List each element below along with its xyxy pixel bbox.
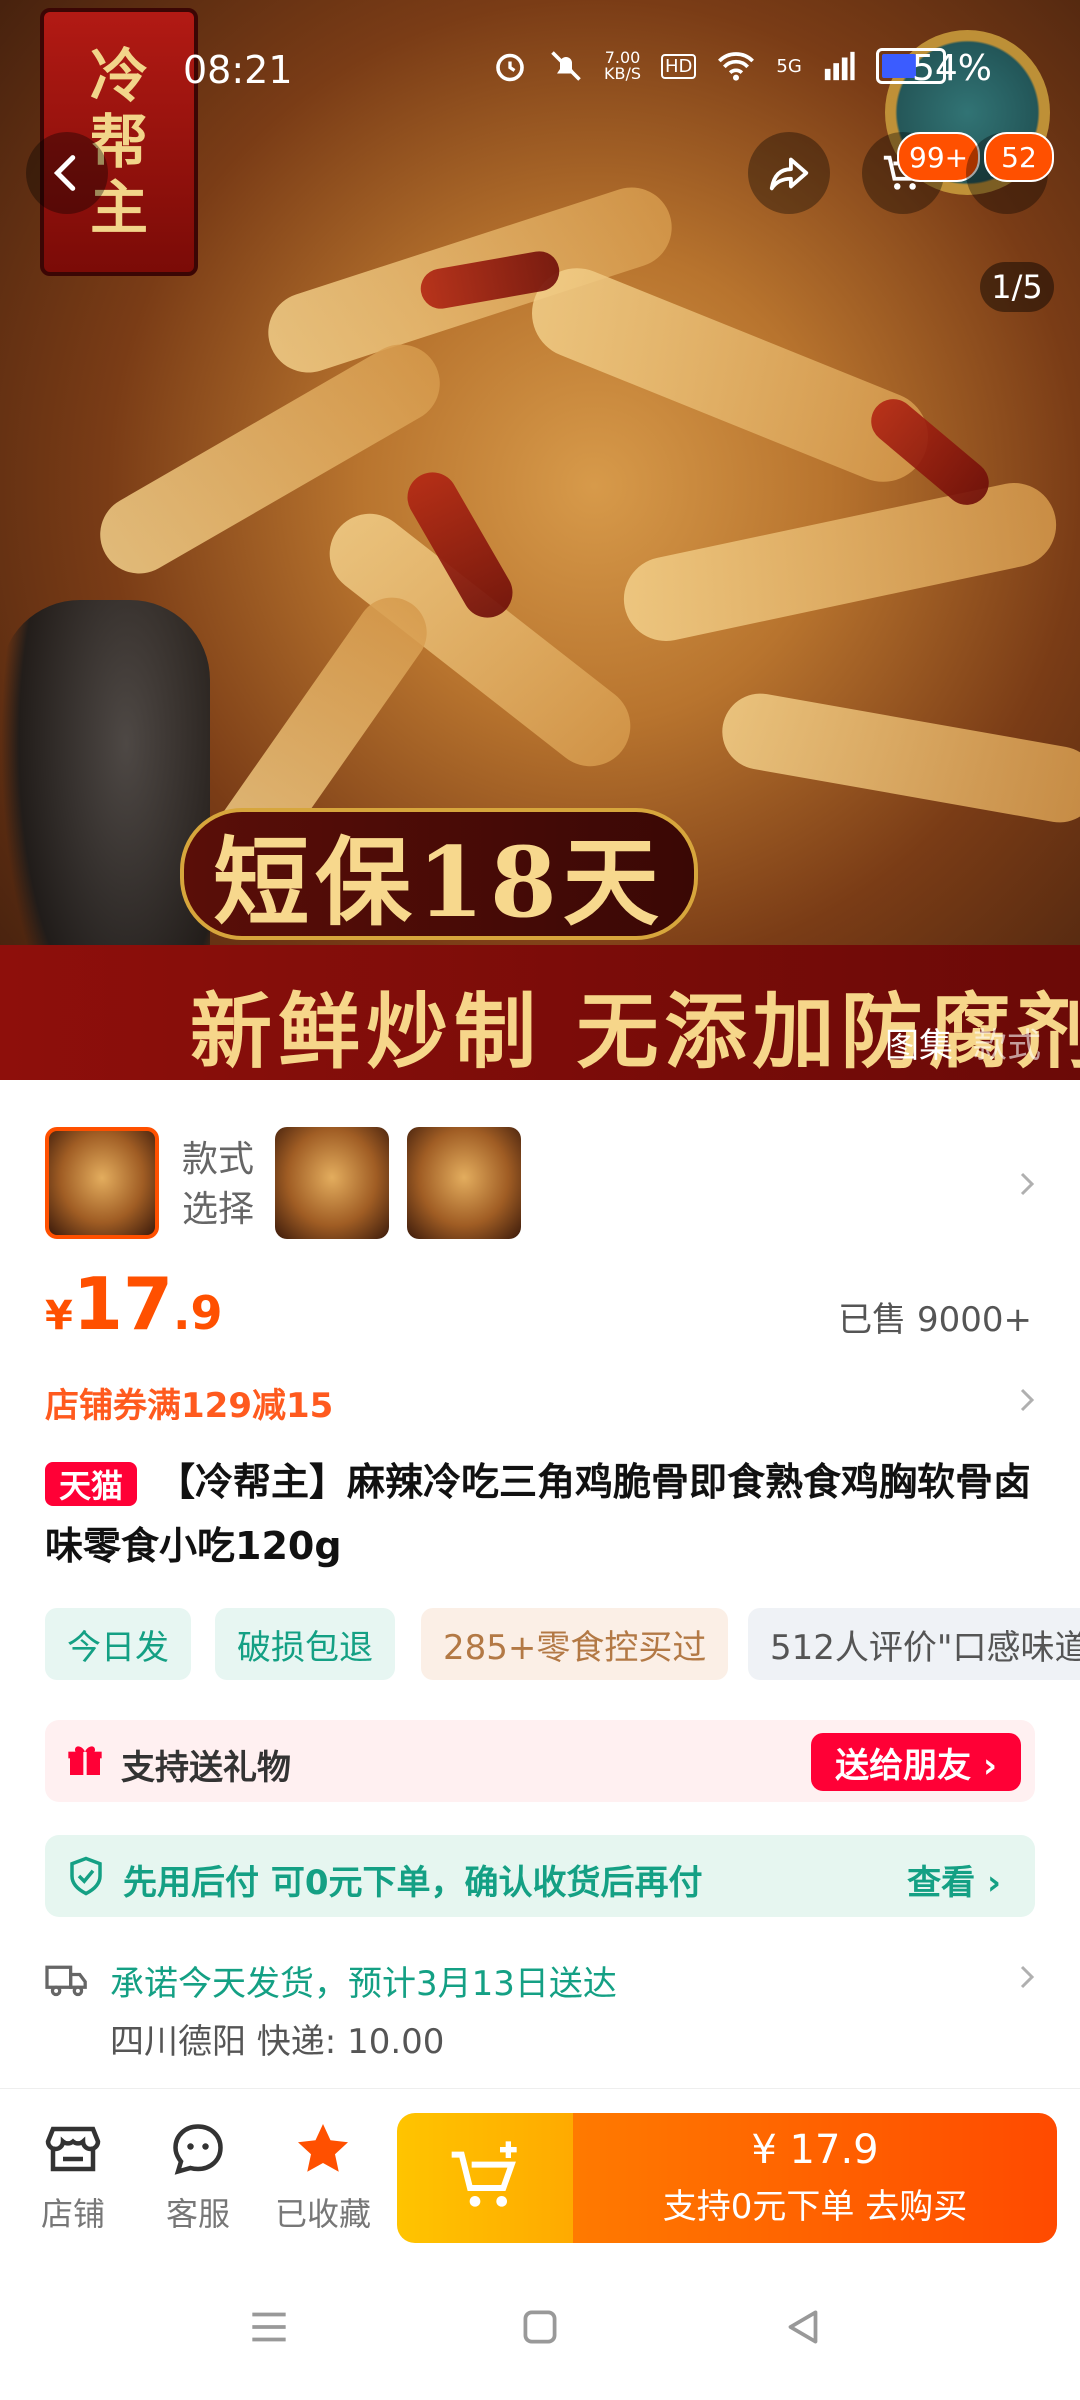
net-speed: 7.00 KB/S <box>604 48 642 83</box>
truck-icon <box>45 1965 87 1997</box>
home-icon[interactable] <box>515 2302 565 2352</box>
price: ¥17.9 <box>45 1262 223 1346</box>
status-time: 08:21 <box>183 48 293 92</box>
back-nav-icon[interactable] <box>778 2302 828 2352</box>
signal-label: 5G <box>776 55 802 77</box>
gift-label: 支持送礼物 <box>121 1748 291 1788</box>
tab-gallery[interactable]: 图集 <box>885 1018 953 1067</box>
buy-now-button[interactable]: ¥ 17.9 支持0元下单 去购买 <box>573 2113 1057 2243</box>
signal-icon <box>824 51 855 81</box>
tag-bought: 285+零食控买过 <box>421 1608 729 1680</box>
pay-later-row[interactable]: 先用后付 可0元下单，确认收货后再付 查看 › <box>45 1835 1035 1917</box>
chevron-right-icon <box>1020 1172 1035 1196</box>
wifi-icon <box>718 52 755 81</box>
style-thumb-1[interactable] <box>45 1127 159 1239</box>
delivery-origin: 四川德阳 快递: 10.00 <box>110 2022 445 2062</box>
tags-row: 今日发 破损包退 285+零食控买过 512人评价"口感味道 <box>0 1608 1080 1680</box>
add-to-cart-button[interactable] <box>397 2113 573 2243</box>
chat-face-icon <box>173 2124 223 2175</box>
pay-later-view-button[interactable]: 查看 › <box>907 1855 1001 1904</box>
gift-row[interactable]: 支持送礼物 送给朋友 › <box>45 1720 1035 1802</box>
buy-subtext: 支持0元下单 去购买 <box>662 2187 968 2227</box>
gallery-tabs: 图集 款式 <box>885 1018 1041 1067</box>
style-thumb-3[interactable] <box>407 1127 521 1239</box>
shelf-life-banner: 短保18天 <box>180 808 698 940</box>
menu-icon[interactable] <box>244 2302 294 2352</box>
send-to-friend-button[interactable]: 送给朋友 › <box>811 1733 1021 1791</box>
image-counter: 1/5 <box>980 262 1054 312</box>
mute-icon <box>551 51 581 81</box>
store-icon <box>45 2126 101 2172</box>
star-icon <box>298 2124 348 2172</box>
back-button[interactable] <box>26 132 108 214</box>
delivery-promise: 承诺今天发货，预计3月13日送达 <box>110 1964 617 2004</box>
cart-plus-icon <box>451 2141 517 2207</box>
customer-service-button[interactable]: 客服 <box>143 2119 253 2235</box>
message-badge: 52 <box>984 132 1054 182</box>
tab-style[interactable]: 款式 <box>973 1018 1041 1067</box>
pay-later-label: 先用后付 可0元下单，确认收货后再付 <box>123 1863 703 1903</box>
gift-icon <box>68 1746 102 1775</box>
chevron-right-icon <box>1020 1965 1035 1989</box>
share-button[interactable] <box>748 132 830 214</box>
sold-count: 已售 9000+ <box>838 1300 1032 1340</box>
purchase-cta: ¥ 17.9 支持0元下单 去购买 <box>397 2113 1057 2243</box>
shield-check-icon <box>70 1856 102 1896</box>
alarm-icon <box>496 53 524 82</box>
status-bar: 08:21 7.00 KB/S HD 5G 54% <box>0 0 1080 140</box>
system-nav-bar <box>0 2260 1080 2400</box>
bottom-action-bar: 店铺 客服 已收藏 ¥ 17.9 支持0元下单 去购买 <box>0 2088 1080 2249</box>
tag-damage-refund: 破损包退 <box>215 1608 395 1680</box>
price-row: ¥17.9 已售 9000+ <box>0 1262 1080 1352</box>
shop-coupon: 店铺券满129减15 <box>45 1386 334 1426</box>
product-page: 短保18天 新鲜炒制 无添加防腐剂 冷 帮 主 08:21 7.00 KB/S … <box>0 0 1080 2400</box>
product-title-row: 【冷帮主】麻辣冷吃三角鸡脆骨即食熟食鸡胸软骨卤味零食小吃120g 天猫 <box>0 1450 1080 1580</box>
tmall-badge: 天猫 <box>45 1462 137 1506</box>
product-title: 【冷帮主】麻辣冷吃三角鸡脆骨即食熟食鸡胸软骨卤味零食小吃120g <box>45 1460 1032 1568</box>
tag-reviews[interactable]: 512人评价"口感味道 <box>748 1608 1080 1680</box>
share-icon <box>769 157 809 191</box>
style-thumb-2[interactable] <box>275 1127 389 1239</box>
style-label: 款式 选择 <box>182 1139 255 1230</box>
product-hero-image[interactable]: 短保18天 新鲜炒制 无添加防腐剂 冷 帮 主 08:21 7.00 KB/S … <box>0 0 1080 1080</box>
chevron-left-icon <box>53 155 76 191</box>
tag-same-day: 今日发 <box>45 1608 191 1680</box>
style-selector[interactable]: 款式 选择 <box>0 1125 1080 1243</box>
favorite-button[interactable]: 已收藏 <box>268 2119 378 2235</box>
hd-badge: HD <box>661 53 697 79</box>
buy-price: ¥ 17.9 <box>751 2127 879 2173</box>
shop-button[interactable]: 店铺 <box>18 2119 128 2235</box>
battery-percent: 54% <box>912 48 993 89</box>
chevron-right-icon <box>1020 1388 1035 1412</box>
delivery-row[interactable]: 承诺今天发货，预计3月13日送达 四川德阳 快递: 10.00 <box>0 1950 1080 2070</box>
coupon-row[interactable]: 店铺券满129减15 <box>0 1370 1080 1430</box>
